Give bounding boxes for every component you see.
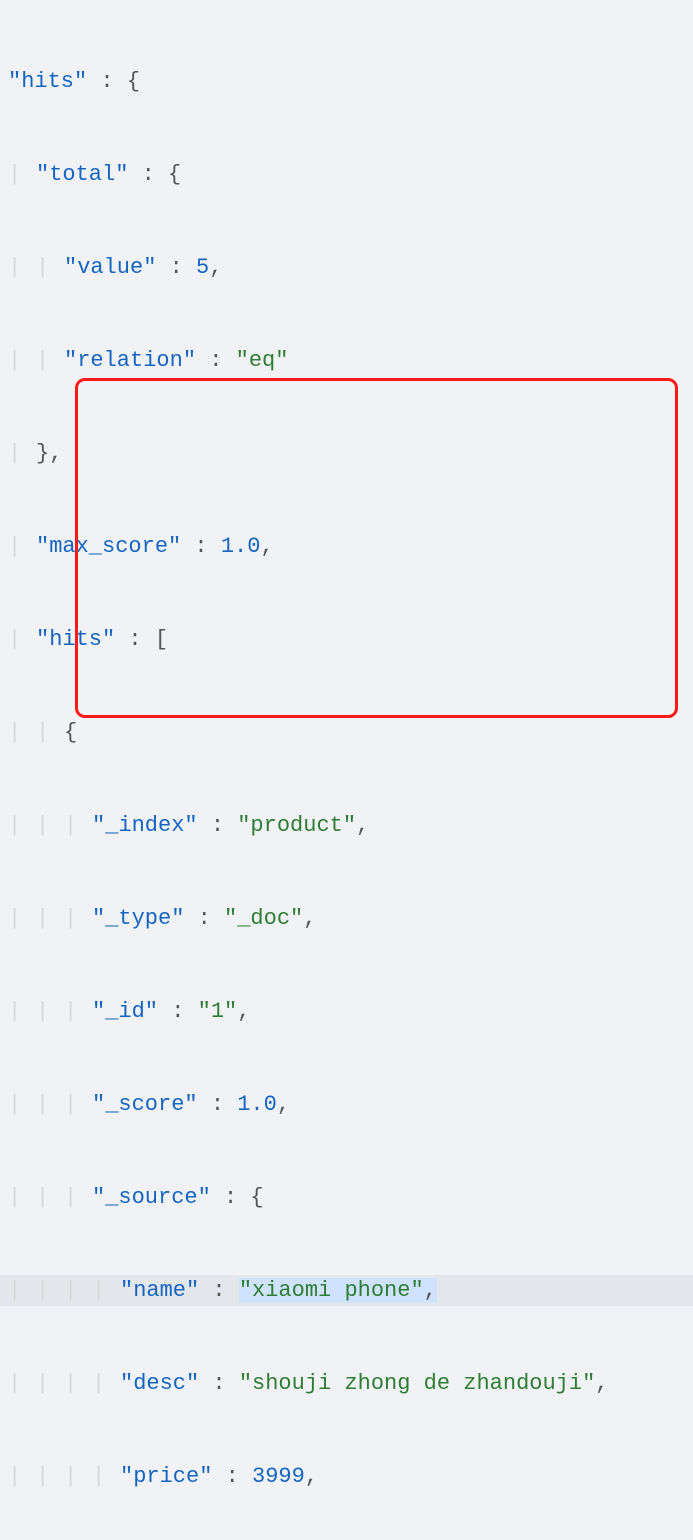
json-number: 3999 <box>252 1464 305 1489</box>
code-line: |}, <box>0 438 693 469</box>
json-key: "max_score" <box>36 534 181 559</box>
json-number: 1.0 <box>221 534 261 559</box>
code-line: |||"_index" : "product", <box>0 810 693 841</box>
code-line: ||"value" : 5, <box>0 252 693 283</box>
code-line: |||"_source" : { <box>0 1182 693 1213</box>
code-line: |"max_score" : 1.0, <box>0 531 693 562</box>
json-key: "value" <box>64 255 156 280</box>
json-key: "_id" <box>92 999 158 1024</box>
json-key: "desc" <box>120 1371 199 1396</box>
json-string: "eq" <box>236 348 289 373</box>
code-line: |"hits" : [ <box>0 624 693 655</box>
code-line: ||||"price" : 3999, <box>0 1461 693 1492</box>
json-key: "_index" <box>92 813 198 838</box>
code-line: |||"_id" : "1", <box>0 996 693 1027</box>
json-code-block: "hits" : { |"total" : { ||"value" : 5, |… <box>0 4 693 1540</box>
json-string: "1" <box>198 999 238 1024</box>
json-key: "_source" <box>92 1185 211 1210</box>
json-string: "shouji zhong de zhandouji" <box>239 1371 595 1396</box>
json-key: "total" <box>36 162 128 187</box>
json-key: "relation" <box>64 348 196 373</box>
json-key: "name" <box>120 1278 199 1303</box>
json-number: 1.0 <box>237 1092 277 1117</box>
json-number: 5 <box>196 255 209 280</box>
code-line: ||"relation" : "eq" <box>0 345 693 376</box>
code-line-highlighted: ||||"name" : "xiaomi phone", <box>0 1275 693 1306</box>
code-line: "hits" : { <box>0 66 693 97</box>
code-line: ||{ <box>0 717 693 748</box>
json-key: "price" <box>120 1464 212 1489</box>
json-string-selected: "xiaomi phone" <box>239 1278 424 1303</box>
json-key: "hits" <box>36 627 115 652</box>
json-string: "product" <box>237 813 356 838</box>
code-line: |"total" : { <box>0 159 693 190</box>
code-line: |||"_type" : "_doc", <box>0 903 693 934</box>
json-key: "_score" <box>92 1092 198 1117</box>
code-line: |||"_score" : 1.0, <box>0 1089 693 1120</box>
json-key: "hits" <box>8 69 87 94</box>
json-key: "_type" <box>92 906 184 931</box>
json-string: "_doc" <box>224 906 303 931</box>
code-line: ||||"desc" : "shouji zhong de zhandouji"… <box>0 1368 693 1399</box>
